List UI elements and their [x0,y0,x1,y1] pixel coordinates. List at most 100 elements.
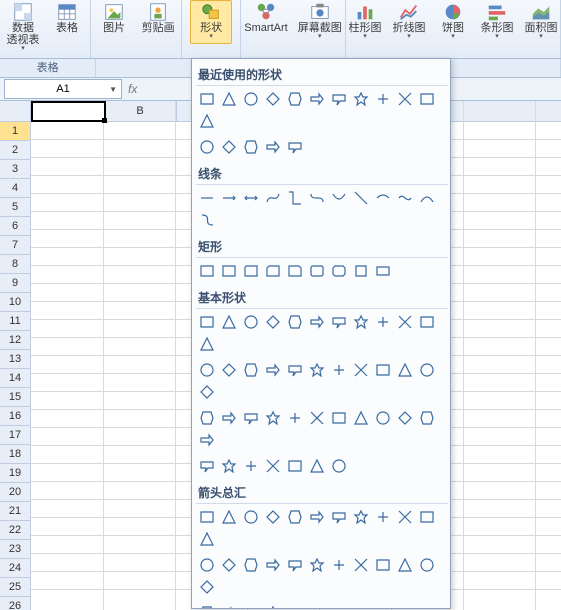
shape-item[interactable] [306,407,328,429]
row-header-15[interactable]: 15 [0,388,30,407]
shape-item[interactable] [350,554,372,576]
shape-item[interactable] [284,311,306,333]
shape-item[interactable] [240,554,262,576]
shape-item[interactable] [196,554,218,576]
shape-item[interactable] [218,136,240,158]
shape-item[interactable] [306,455,328,477]
shape-item[interactable] [350,311,372,333]
shape-item[interactable] [240,311,262,333]
shape-item[interactable] [196,455,218,477]
shape-item[interactable] [196,429,218,451]
shape-item[interactable] [394,311,416,333]
shape-item[interactable] [196,359,218,381]
screenshot-button[interactable]: 屏幕截图▾ [294,0,346,44]
shape-item[interactable] [328,407,350,429]
name-box[interactable]: A1▼ [4,79,122,99]
shape-item[interactable] [240,88,262,110]
shape-item[interactable] [196,506,218,528]
shape-item[interactable] [328,260,350,282]
shape-item[interactable] [284,88,306,110]
shape-item[interactable] [306,260,328,282]
shape-item[interactable] [416,359,438,381]
area-button[interactable]: 面积图▾ [520,0,561,44]
row-header-19[interactable]: 19 [0,464,30,483]
shape-item[interactable] [262,311,284,333]
row-header-23[interactable]: 23 [0,540,30,559]
smartart-button[interactable]: SmartArt [240,0,291,44]
shape-item[interactable] [196,136,218,158]
shape-item[interactable] [416,88,438,110]
table-button[interactable]: 表格 [46,0,88,44]
shape-item[interactable] [350,359,372,381]
shape-item[interactable] [306,88,328,110]
row-header-1[interactable]: 1 [0,122,30,141]
shapes-button[interactable]: 形状▾ [190,0,232,44]
pivot-button[interactable]: 数据透视表▾ [2,0,44,44]
shape-item[interactable] [262,260,284,282]
shape-item[interactable] [394,506,416,528]
row-header-7[interactable]: 7 [0,236,30,255]
row-header-6[interactable]: 6 [0,217,30,236]
shape-item[interactable] [350,88,372,110]
shape-item[interactable] [262,88,284,110]
row-header-12[interactable]: 12 [0,331,30,350]
shape-item[interactable] [218,554,240,576]
shape-item[interactable] [328,187,350,209]
shape-item[interactable] [372,359,394,381]
shape-item[interactable] [350,187,372,209]
shape-item[interactable] [196,381,218,403]
shape-item[interactable] [328,359,350,381]
shape-item[interactable] [284,136,306,158]
shape-item[interactable] [350,260,372,282]
shape-item[interactable] [218,407,240,429]
shape-item[interactable] [306,359,328,381]
row-header-5[interactable]: 5 [0,198,30,217]
bar-button[interactable]: 条形图▾ [476,0,518,44]
select-all-corner[interactable] [0,101,31,122]
shape-item[interactable] [240,260,262,282]
shape-item[interactable] [372,407,394,429]
row-header-14[interactable]: 14 [0,369,30,388]
shape-item[interactable] [306,311,328,333]
shape-item[interactable] [262,136,284,158]
shape-item[interactable] [372,88,394,110]
shape-item[interactable] [306,554,328,576]
shape-item[interactable] [416,554,438,576]
shape-item[interactable] [328,455,350,477]
picture-button[interactable]: 图片 [93,0,135,44]
shape-item[interactable] [284,455,306,477]
shape-item[interactable] [196,407,218,429]
shape-item[interactable] [196,209,218,231]
shape-item[interactable] [328,88,350,110]
row-header-21[interactable]: 21 [0,502,30,521]
shape-item[interactable] [218,359,240,381]
shape-item[interactable] [218,506,240,528]
pie-button[interactable]: 饼图▾ [432,0,474,44]
shape-item[interactable] [394,187,416,209]
row-header-16[interactable]: 16 [0,407,30,426]
shape-item[interactable] [262,407,284,429]
shape-item[interactable] [262,187,284,209]
row-header-11[interactable]: 11 [0,312,30,331]
shape-item[interactable] [416,506,438,528]
row-header-9[interactable]: 9 [0,274,30,293]
row-header-2[interactable]: 2 [0,141,30,160]
shape-item[interactable] [196,333,218,355]
shape-item[interactable] [284,554,306,576]
shape-item[interactable] [284,260,306,282]
row-header-24[interactable]: 24 [0,559,30,578]
shape-item[interactable] [416,311,438,333]
shape-item[interactable] [196,88,218,110]
shape-item[interactable] [196,528,218,550]
shape-item[interactable] [306,506,328,528]
shape-item[interactable] [284,506,306,528]
shape-item[interactable] [394,407,416,429]
shape-item[interactable] [262,506,284,528]
row-header-18[interactable]: 18 [0,445,30,464]
row-header-8[interactable]: 8 [0,255,30,274]
shape-item[interactable] [328,554,350,576]
shape-item[interactable] [372,554,394,576]
shape-item[interactable] [218,187,240,209]
shape-item[interactable] [218,311,240,333]
shape-item[interactable] [262,359,284,381]
